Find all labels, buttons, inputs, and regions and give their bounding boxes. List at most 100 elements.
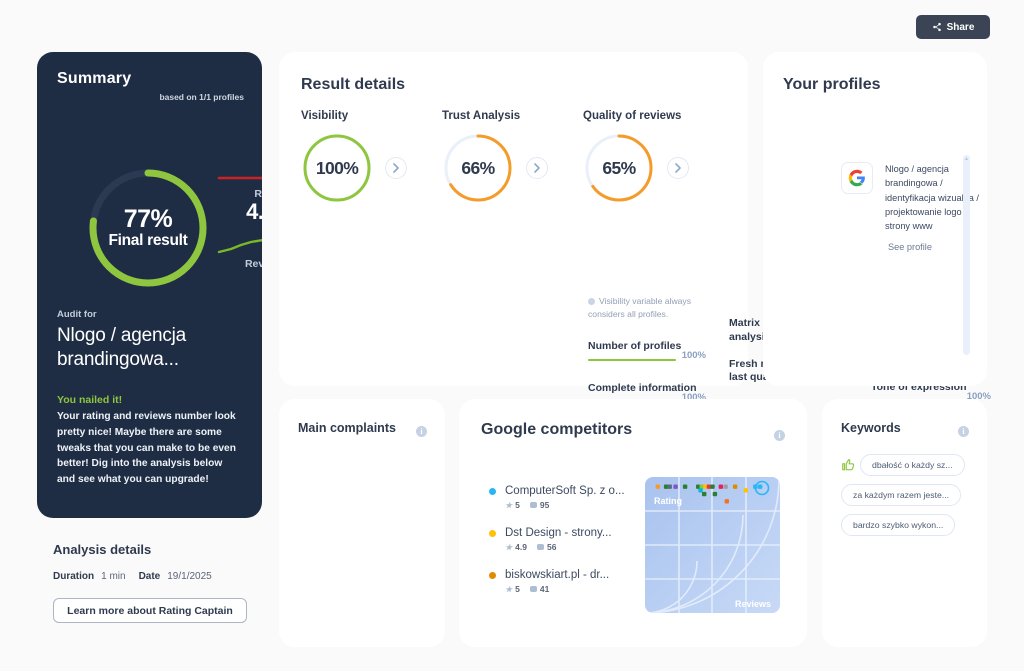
nailed-title: You nailed it!: [57, 394, 123, 406]
audit-company-name: Nlogo / agencja brandingowa...: [57, 325, 187, 371]
chevron-right-icon: [533, 163, 540, 173]
google-logo-icon: [848, 169, 865, 187]
summary-stats: Rating 4.99 Reviews 83: [217, 170, 262, 293]
summary-title: Summary: [57, 70, 132, 87]
metric-quality-chevron[interactable]: [667, 157, 689, 179]
google-icon: [841, 162, 873, 194]
competitor-name: ComputerSoft Sp. z o...: [505, 485, 625, 497]
keyword-chip[interactable]: bardzo szybko wykon...: [841, 514, 956, 536]
metric-visibility-value: 100%: [315, 157, 359, 178]
scatter-point: [732, 484, 738, 489]
date-label: Date: [138, 571, 161, 582]
competitor-color-dot-icon: [489, 529, 496, 537]
competitor-reviews: 56: [547, 542, 557, 552]
scatter-point: [712, 491, 718, 497]
competitor-name: Dst Design - strony...: [505, 527, 612, 539]
final-result-donut: 77% Final result: [85, 165, 211, 291]
duration-value: 1 min: [101, 571, 126, 582]
main-complaints-card: Main complaints i Product 0% Delivery 0%: [279, 399, 445, 647]
profile-text: Nlogo / agencja brandingowa / identyfika…: [885, 162, 989, 252]
result-details-title: Result details: [301, 76, 406, 93]
metric-trust-ring: 66%: [442, 132, 514, 204]
scatter-x-axis-label: Reviews: [735, 599, 771, 609]
list-item[interactable]: Dst Design - strony... ★ 4.9 56: [489, 527, 625, 552]
metric-visibility-ring: 100%: [301, 132, 373, 204]
dashboard-page: Share Summary based on 1/1 profiles 77% …: [0, 0, 1024, 671]
metric-trust-value: 66%: [461, 157, 495, 178]
metric-trust-chevron[interactable]: [526, 157, 548, 179]
scatter-point: [757, 484, 763, 489]
scatter-point: [724, 499, 729, 504]
competitor-rating: 4.9: [515, 542, 527, 552]
competitors-list: ComputerSoft Sp. z o... ★ 5 95 Dst Design…: [489, 485, 625, 611]
bar-fill: [588, 359, 676, 361]
google-competitors-title: Google competitors: [481, 421, 633, 438]
competitor-reviews: 95: [539, 500, 550, 510]
analysis-details-title: Analysis details: [53, 542, 152, 557]
final-result-label: Final result: [108, 232, 188, 250]
learn-more-rating-captain-button[interactable]: Learn more about Rating Captain: [53, 598, 247, 623]
info-icon[interactable]: i: [416, 426, 427, 437]
list-item[interactable]: biskowskiart.pl - dr... ★ 5 41: [489, 569, 625, 594]
share-label: Share: [946, 21, 975, 33]
see-profile-link[interactable]: See profile: [888, 242, 989, 252]
chevron-right-icon: [674, 163, 681, 173]
nailed-body: Your rating and reviews number look pret…: [57, 411, 236, 486]
thumbs-up-icon: [842, 459, 855, 471]
scatter-y-axis-label: Rating: [654, 496, 682, 506]
reviews-value: 83: [217, 270, 262, 293]
comment-icon: [529, 502, 537, 508]
comment-icon: [529, 586, 537, 592]
metric-quality-label: Quality of reviews: [583, 110, 682, 122]
list-item[interactable]: ComputerSoft Sp. z o... ★ 5 95: [489, 485, 625, 510]
metric-trust-analysis: Trust Analysis 66%: [442, 110, 583, 204]
duration-label: Duration: [53, 571, 95, 582]
keyword-chip[interactable]: za każdym razem jeste...: [841, 484, 962, 506]
rating-sparkline-icon: [217, 176, 262, 180]
comment-icon: [537, 544, 544, 550]
star-icon: ★: [505, 584, 513, 594]
bar-number-of-profiles-value: 100%: [681, 350, 706, 361]
summary-based-on: based on 1/1 profiles: [159, 92, 244, 102]
keywords-card: Keywords i dbałość o każdy sz... za każd…: [822, 399, 987, 647]
scatter-point: [673, 484, 678, 489]
metric-visibility-label: Visibility: [301, 110, 349, 122]
audit-for-label: Audit for: [57, 309, 97, 320]
list-item: za każdym razem jeste...: [841, 484, 971, 506]
info-dot-icon: [588, 298, 595, 305]
keyword-chip[interactable]: dbałość o każdy sz...: [860, 454, 965, 476]
competitor-color-dot-icon: [489, 571, 496, 579]
your-profiles-title: Your profiles: [783, 76, 881, 93]
share-button[interactable]: Share: [916, 15, 990, 39]
bar-track: [588, 359, 676, 361]
scatter-point: [655, 484, 660, 489]
your-profiles-card: Your profiles Nlogo / agencja brandingow…: [763, 52, 987, 386]
date-value: 19/1/2025: [167, 571, 212, 582]
competitor-rating: 5: [515, 584, 520, 594]
share-icon: [932, 22, 941, 32]
profile-name: Nlogo / agencja brandingowa / identyfika…: [885, 164, 979, 231]
scatter-point: [710, 484, 715, 489]
scatter-point: [682, 484, 688, 489]
bar-number-of-profiles: Number of profiles 100%: [588, 340, 706, 361]
competitor-rating: 5: [515, 500, 520, 510]
summary-card: Summary based on 1/1 profiles 77% Final …: [37, 52, 262, 518]
scatter-point: [702, 491, 707, 497]
competitor-color-dot-icon: [489, 487, 496, 495]
competitors-scatter-chart: Rating Reviews: [645, 477, 780, 613]
scatter-point: [698, 488, 703, 493]
rating-value: 4.99: [246, 199, 262, 224]
visibility-note-text: Visibility variable always considers all…: [588, 296, 692, 319]
competitor-name: biskowskiart.pl - dr...: [505, 569, 610, 581]
profiles-scrollbar[interactable]: [963, 155, 970, 355]
final-result-percent: 77%: [123, 205, 173, 234]
list-item: dbałość o każdy sz...: [841, 454, 971, 476]
reviews-sparkline-icon: [217, 239, 262, 254]
metric-visibility-chevron[interactable]: [385, 157, 407, 179]
result-details-card: Result details Visibility 100% Trust Ana…: [279, 52, 991, 403]
scatter-plot-icon: Rating Reviews: [645, 477, 780, 613]
google-competitors-card: Google competitors i ComputerSoft Sp. z …: [459, 399, 807, 647]
info-icon[interactable]: i: [958, 426, 969, 437]
scatter-point: [718, 484, 723, 489]
info-icon[interactable]: i: [774, 430, 785, 441]
